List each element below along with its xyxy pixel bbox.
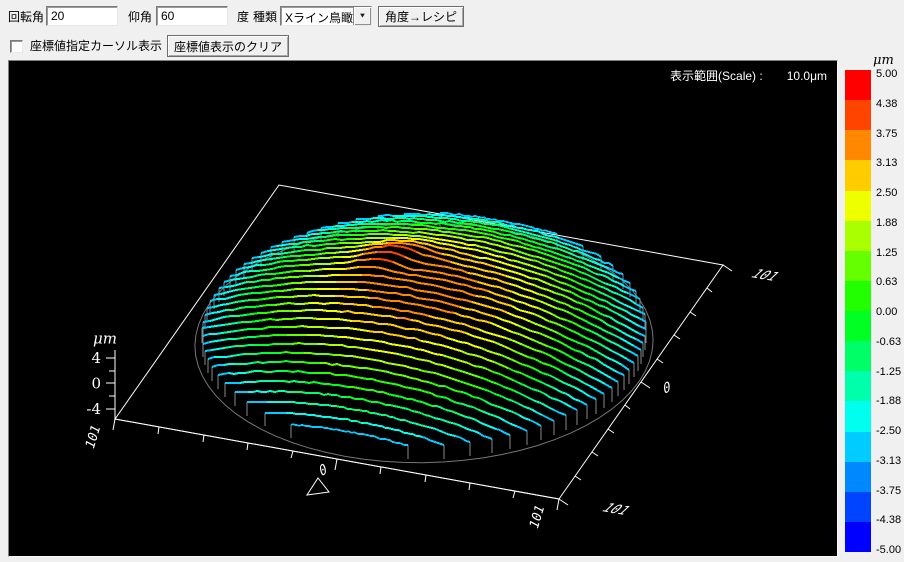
colorbar-segment: [845, 462, 871, 492]
colorbar-tick-label: 3.75: [876, 128, 904, 140]
colorbar-segment: [845, 251, 871, 281]
colorbar-tick-label: 1.25: [876, 247, 904, 259]
colorbar-tick-label: 4.38: [876, 98, 904, 110]
colorbar-segment: [845, 191, 871, 221]
colorbar-tick-label: 2.50: [876, 187, 904, 199]
colorbar-tick-label: 5.00: [876, 68, 904, 80]
cursor-display-checkbox[interactable]: [10, 40, 23, 53]
orientation-triangle-marker: [307, 478, 329, 495]
colorbar-unit-label: μm: [873, 53, 894, 68]
colorbar-tick-label: -3.75: [876, 485, 904, 497]
scale-range-value: 10.0μm: [787, 69, 827, 83]
angle-to-recipe-button[interactable]: 角度→レシピ: [378, 6, 464, 27]
colorbar-segment: [845, 221, 871, 251]
scale-range-label: 表示範囲(Scale) : 10.0μm: [670, 67, 827, 84]
axis-labels: 4 0 -4 μm 101 0 101 101 0 101: [83, 267, 782, 530]
colorbar-tick-label: -4.38: [876, 514, 904, 526]
clear-coordinates-button[interactable]: 座標値表示のクリア: [167, 35, 289, 57]
colorbar-tick-label: 1.88: [876, 217, 904, 229]
svg-text:101: 101: [748, 267, 782, 284]
colorbar-tick-label: 0.00: [876, 306, 904, 318]
scale-range-text: 表示範囲(Scale) :: [670, 69, 763, 83]
colorbar-segment: [845, 371, 871, 401]
app-window: { "toolbar": { "rotation_label": "回転角", …: [0, 0, 904, 562]
surface-plot: 4 0 -4 μm 101 0 101 101 0 101: [9, 61, 837, 556]
degree-label: 度: [237, 10, 249, 24]
svg-text:101: 101: [599, 501, 633, 518]
svg-text:101: 101: [83, 424, 104, 451]
colorbar-segment: [845, 311, 871, 341]
colorbar-segment: [845, 432, 871, 462]
colorbar-tick-label: -1.88: [876, 395, 904, 407]
colorbar-segment: [845, 492, 871, 522]
surface-profiles: [202, 213, 646, 459]
elevation-angle-label: 仰角: [128, 10, 152, 24]
elevation-angle-input[interactable]: [156, 6, 228, 26]
colorbar-segment: [845, 281, 871, 311]
colorbar-segment: [845, 341, 871, 371]
combobox-dropdown-button[interactable]: ▼: [353, 7, 371, 25]
svg-text:4: 4: [91, 349, 101, 367]
svg-text:μm: μm: [93, 330, 117, 348]
colorbar-segment: [845, 130, 871, 160]
plot-area: 表示範囲(Scale) : 10.0μm 4 0 -4 μm 101 0 101 101 0 101: [8, 60, 838, 557]
colorbar-tick-label: -3.13: [876, 455, 904, 467]
colorbar-segment: [845, 160, 871, 190]
type-label: 種類: [253, 10, 277, 24]
type-combobox[interactable]: Xライン鳥瞰図 ▼: [280, 6, 372, 26]
axes: [106, 265, 732, 510]
rotation-angle-label: 回転角: [8, 10, 44, 24]
colorbar-tick-label: 0.63: [876, 276, 904, 288]
rotation-angle-input[interactable]: [46, 6, 118, 26]
colorbar-tick-label: -1.25: [876, 366, 904, 378]
colorbar-segment: [845, 401, 871, 431]
colorbar-segment: [845, 70, 871, 100]
colorbar-tick-label: 3.13: [876, 157, 904, 169]
colorbar-segment: [845, 100, 871, 130]
svg-text:101: 101: [527, 504, 548, 531]
svg-text:0: 0: [317, 461, 329, 480]
cursor-display-checkbox-label: 座標値指定カーソル表示: [30, 39, 162, 53]
svg-text:0: 0: [91, 374, 101, 392]
colorbar-tick-label: -0.63: [876, 336, 904, 348]
colorbar-tick-label: -5.00: [876, 544, 904, 556]
colorbar: [845, 70, 871, 552]
chevron-down-icon: ▼: [359, 13, 367, 20]
colorbar-segment: [845, 522, 871, 552]
svg-text:0: 0: [662, 379, 672, 398]
colorbar-tick-label: -2.50: [876, 425, 904, 437]
svg-text:-4: -4: [86, 400, 101, 418]
type-combobox-value: Xライン鳥瞰図: [281, 7, 353, 25]
